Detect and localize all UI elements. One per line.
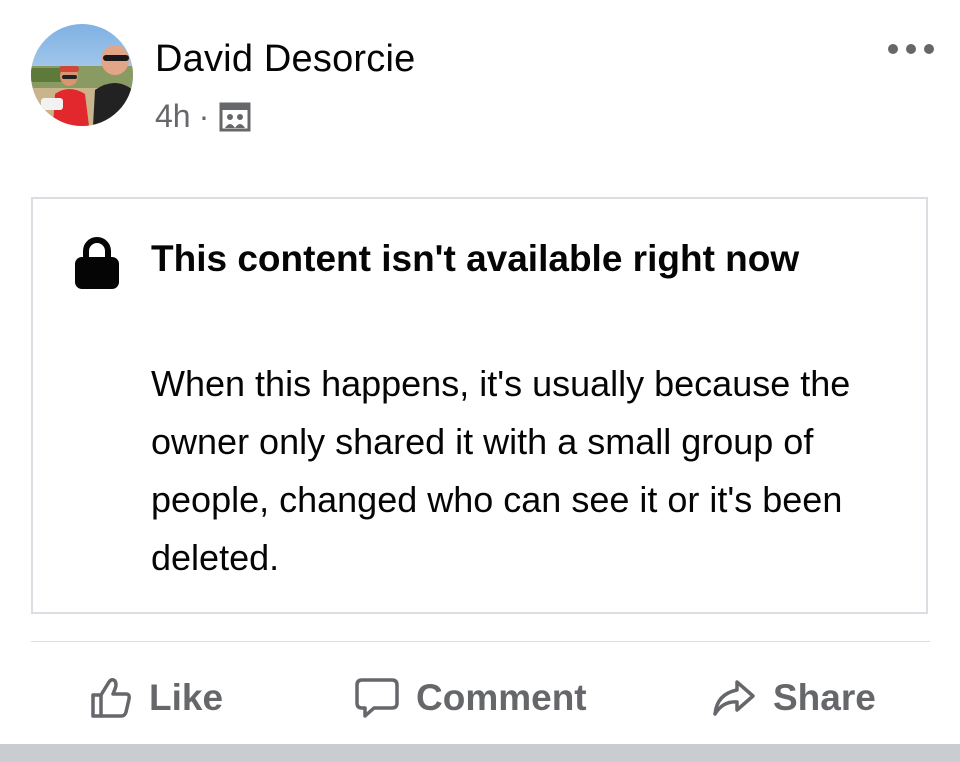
more-dot (906, 44, 916, 54)
post-card: David Desorcie 4h · This content isn't a… (0, 0, 960, 762)
share-button[interactable]: Share (711, 670, 876, 726)
thumbs-up-icon (91, 677, 131, 718)
more-dot (924, 44, 934, 54)
more-dots-icon (888, 44, 898, 54)
comment-label: Comment (416, 677, 587, 718)
share-arrow-icon (713, 680, 755, 716)
lock-icon (75, 237, 119, 289)
like-button[interactable]: Like (89, 670, 223, 726)
meta-separator: · (198, 98, 210, 134)
like-label: Like (149, 677, 224, 718)
post-timestamp[interactable]: 4h (155, 98, 191, 135)
divider (31, 641, 930, 642)
unavailable-message: When this happens, it's usually because … (151, 363, 851, 578)
group-privacy-icon (219, 102, 251, 131)
comment-bubble-icon (355, 678, 399, 718)
profile-photo (31, 24, 133, 126)
author-name[interactable]: David Desorcie (155, 38, 415, 81)
comment-button[interactable]: Comment (354, 670, 587, 726)
content-unavailable-box: This content isn't available right now W… (31, 197, 928, 614)
share-label: Share (773, 677, 876, 718)
avatar[interactable] (31, 24, 133, 126)
more-options-button[interactable] (888, 38, 934, 60)
feed-separator (0, 744, 960, 762)
unavailable-title: This content isn't available right now (151, 238, 800, 279)
post-meta: 4h · (155, 98, 251, 135)
